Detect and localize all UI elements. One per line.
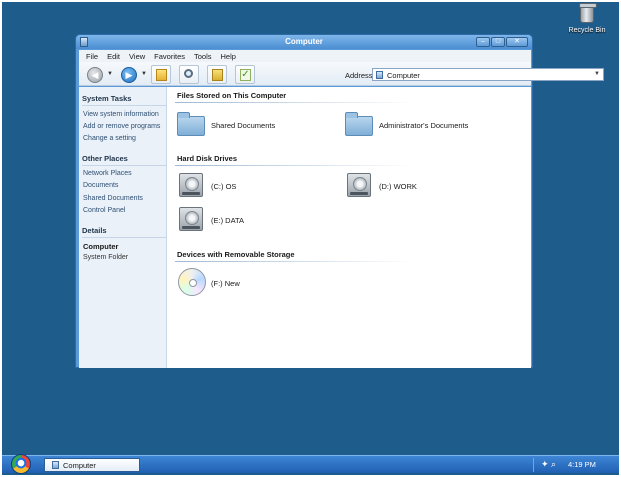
menu-help[interactable]: Help [221,52,236,61]
search-icon[interactable]: ⌕ [551,459,556,470]
place-documents[interactable]: Documents [83,182,118,189]
maximize-button[interactable]: □ [491,37,505,47]
divider [82,165,166,166]
taskbar-button-computer[interactable]: Computer [44,458,140,472]
search-icon [184,69,193,78]
address-value: Computer [387,71,420,80]
task-change-setting[interactable]: Change a setting [83,135,136,142]
explorer-window: Computer – □ ✕ File Edit View Favorites … [75,34,604,368]
details-name: Computer [83,242,119,251]
item-label: Administrator's Documents [379,121,469,130]
taskbar-button-label: Computer [63,461,96,470]
folder-icon [177,112,205,136]
task-add-remove-programs[interactable]: Add or remove programs [83,123,160,130]
forward-icon: ▶ [125,70,133,80]
drive-f[interactable]: (F:) New [178,268,258,300]
divider [175,261,415,262]
cd-drive-icon [178,268,206,296]
divider [82,105,166,106]
network-icon[interactable]: ✦ [541,459,549,470]
close-button[interactable]: ✕ [506,37,528,47]
section-removable-heading: Devices with Removable Storage [177,250,295,259]
place-network-places[interactable]: Network Places [83,170,132,177]
minimize-button[interactable]: – [476,37,490,47]
computer-icon [52,461,59,469]
item-label: Shared Documents [211,121,276,130]
item-shared-documents[interactable]: Shared Documents [177,111,287,137]
computer-icon [376,71,383,79]
forward-history-dropdown[interactable]: ▼ [141,71,147,77]
favorites-icon [212,69,223,81]
details-type: System Folder [83,254,129,261]
details-heading: Details [82,226,107,235]
drive-e[interactable]: (E:) DATA [179,207,259,235]
menu-favorites[interactable]: Favorites [154,52,185,61]
item-label: (E:) DATA [211,216,245,225]
menu-edit[interactable]: Edit [107,52,120,61]
menu-file[interactable]: File [86,52,98,61]
item-label: (C:) OS [211,182,237,191]
favorites-button[interactable] [207,65,227,84]
views-button[interactable]: ✓ [235,65,255,84]
hard-drive-icon [347,173,371,197]
menu-view[interactable]: View [129,52,145,61]
item-label: (D:) WORK [379,182,417,191]
content-area: System Tasks View system information Add… [79,87,531,368]
menu-bar: File Edit View Favorites Tools Help [79,50,531,62]
folder-icon [345,112,373,136]
divider [175,165,415,166]
desktop: Recycle Bin Computer – □ ✕ File Edit Vie… [2,2,619,475]
chevron-down-icon[interactable]: ▼ [594,71,600,77]
taskbar: Computer ✦ ⌕ 4:19 PM [2,454,619,474]
system-tasks-heading: System Tasks [82,94,132,103]
start-button[interactable] [11,454,31,474]
recycle-bin-icon [579,3,597,23]
address-bar[interactable]: Computer ▼ [372,68,604,81]
back-button[interactable]: ◀ [87,67,103,83]
window-title: Computer [285,37,323,46]
toolbar: ◀ ▼ ▶ ▼ ✓ Address Computer ▼ [79,62,604,86]
clock[interactable]: 4:19 PM [568,460,596,469]
folder-up-icon [156,69,167,81]
divider [82,237,166,238]
hard-drive-icon [179,207,203,231]
address-label: Address [345,71,373,80]
folders-button[interactable] [151,65,171,84]
desktop-icon-recycle-bin[interactable]: Recycle Bin [564,2,610,34]
place-control-panel[interactable]: Control Panel [83,207,125,214]
tray-divider [533,458,534,472]
task-pane: System Tasks View system information Add… [79,87,167,368]
hard-drive-icon [179,173,203,197]
screenshot-frame: Recycle Bin Computer – □ ✕ File Edit Vie… [0,0,621,477]
drive-c[interactable]: (C:) OS [179,173,259,201]
divider [175,102,415,103]
task-view-system-information[interactable]: View system information [83,111,159,118]
section-files-heading: Files Stored on This Computer [177,91,287,100]
back-icon: ◀ [91,70,99,80]
back-history-dropdown[interactable]: ▼ [107,71,113,77]
check-icon: ✓ [240,69,251,81]
place-shared-documents[interactable]: Shared Documents [83,195,143,202]
section-hard-disks-heading: Hard Disk Drives [177,154,238,163]
menu-tools[interactable]: Tools [194,52,212,61]
item-label: (F:) New [211,279,240,288]
forward-button[interactable]: ▶ [121,67,137,83]
search-button[interactable] [179,65,199,84]
other-places-heading: Other Places [82,154,128,163]
window-controls: – □ ✕ [476,37,528,47]
drive-d[interactable]: (D:) WORK [347,173,427,201]
title-bar[interactable]: Computer – □ ✕ [76,35,532,49]
desktop-icon-label: Recycle Bin [568,27,606,34]
item-administrators-documents[interactable]: Administrator's Documents [345,111,475,137]
